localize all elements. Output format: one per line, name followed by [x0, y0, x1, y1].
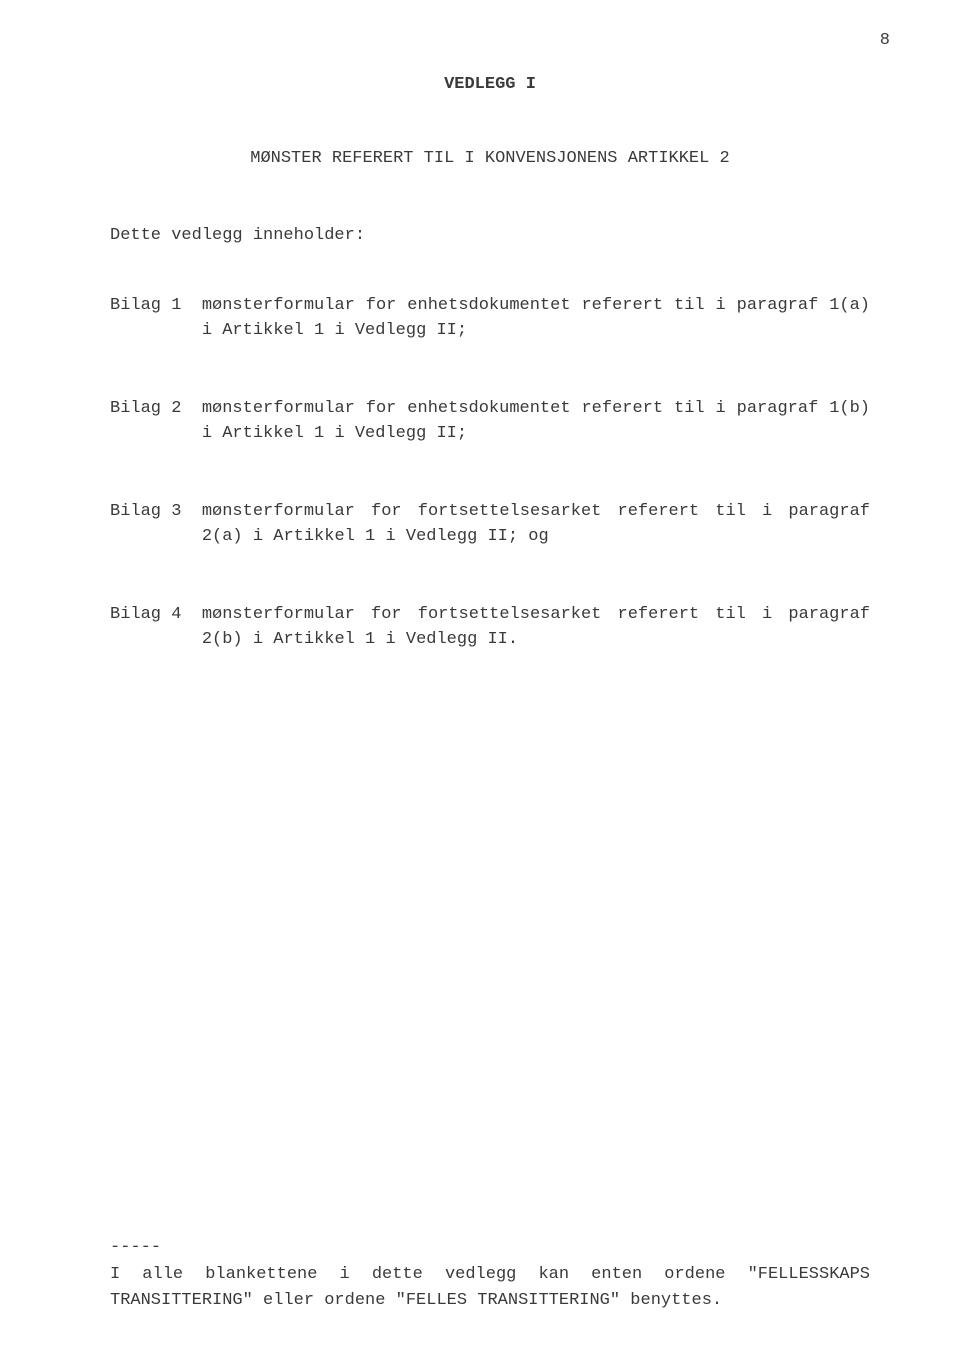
bilag-2-text: mønsterformular for enhetsdokumentet ref…: [202, 396, 870, 447]
bilag-1-text: mønsterformular for enhetsdokumentet ref…: [202, 293, 870, 344]
bilag-3: Bilag 3 mønsterformular for fortsettelse…: [110, 499, 870, 550]
footnote-dashes: -----: [110, 1235, 870, 1261]
page-number: 8: [880, 28, 890, 54]
footnote: ----- I alle blankettene i dette vedlegg…: [110, 1235, 870, 1314]
document-title: VEDLEGG I: [110, 72, 870, 98]
bilag-4-label: Bilag 4: [110, 602, 202, 628]
bilag-4-text: mønsterformular for fortsettelsesarket r…: [202, 602, 870, 653]
bilag-2-label: Bilag 2: [110, 396, 202, 422]
bilag-1-label: Bilag 1: [110, 293, 202, 319]
bilag-3-label: Bilag 3: [110, 499, 202, 525]
document-subtitle: MØNSTER REFERERT TIL I KONVENSJONENS ART…: [110, 146, 870, 172]
footnote-text: I alle blankettene i dette vedlegg kan e…: [110, 1262, 870, 1313]
bilag-2: Bilag 2 mønsterformular for enhetsdokume…: [110, 396, 870, 447]
bilag-3-text: mønsterformular for fortsettelsesarket r…: [202, 499, 870, 550]
bilag-1: Bilag 1 mønsterformular for enhetsdokume…: [110, 293, 870, 344]
bilag-4: Bilag 4 mønsterformular for fortsettelse…: [110, 602, 870, 653]
intro-text: Dette vedlegg inneholder:: [110, 223, 870, 249]
